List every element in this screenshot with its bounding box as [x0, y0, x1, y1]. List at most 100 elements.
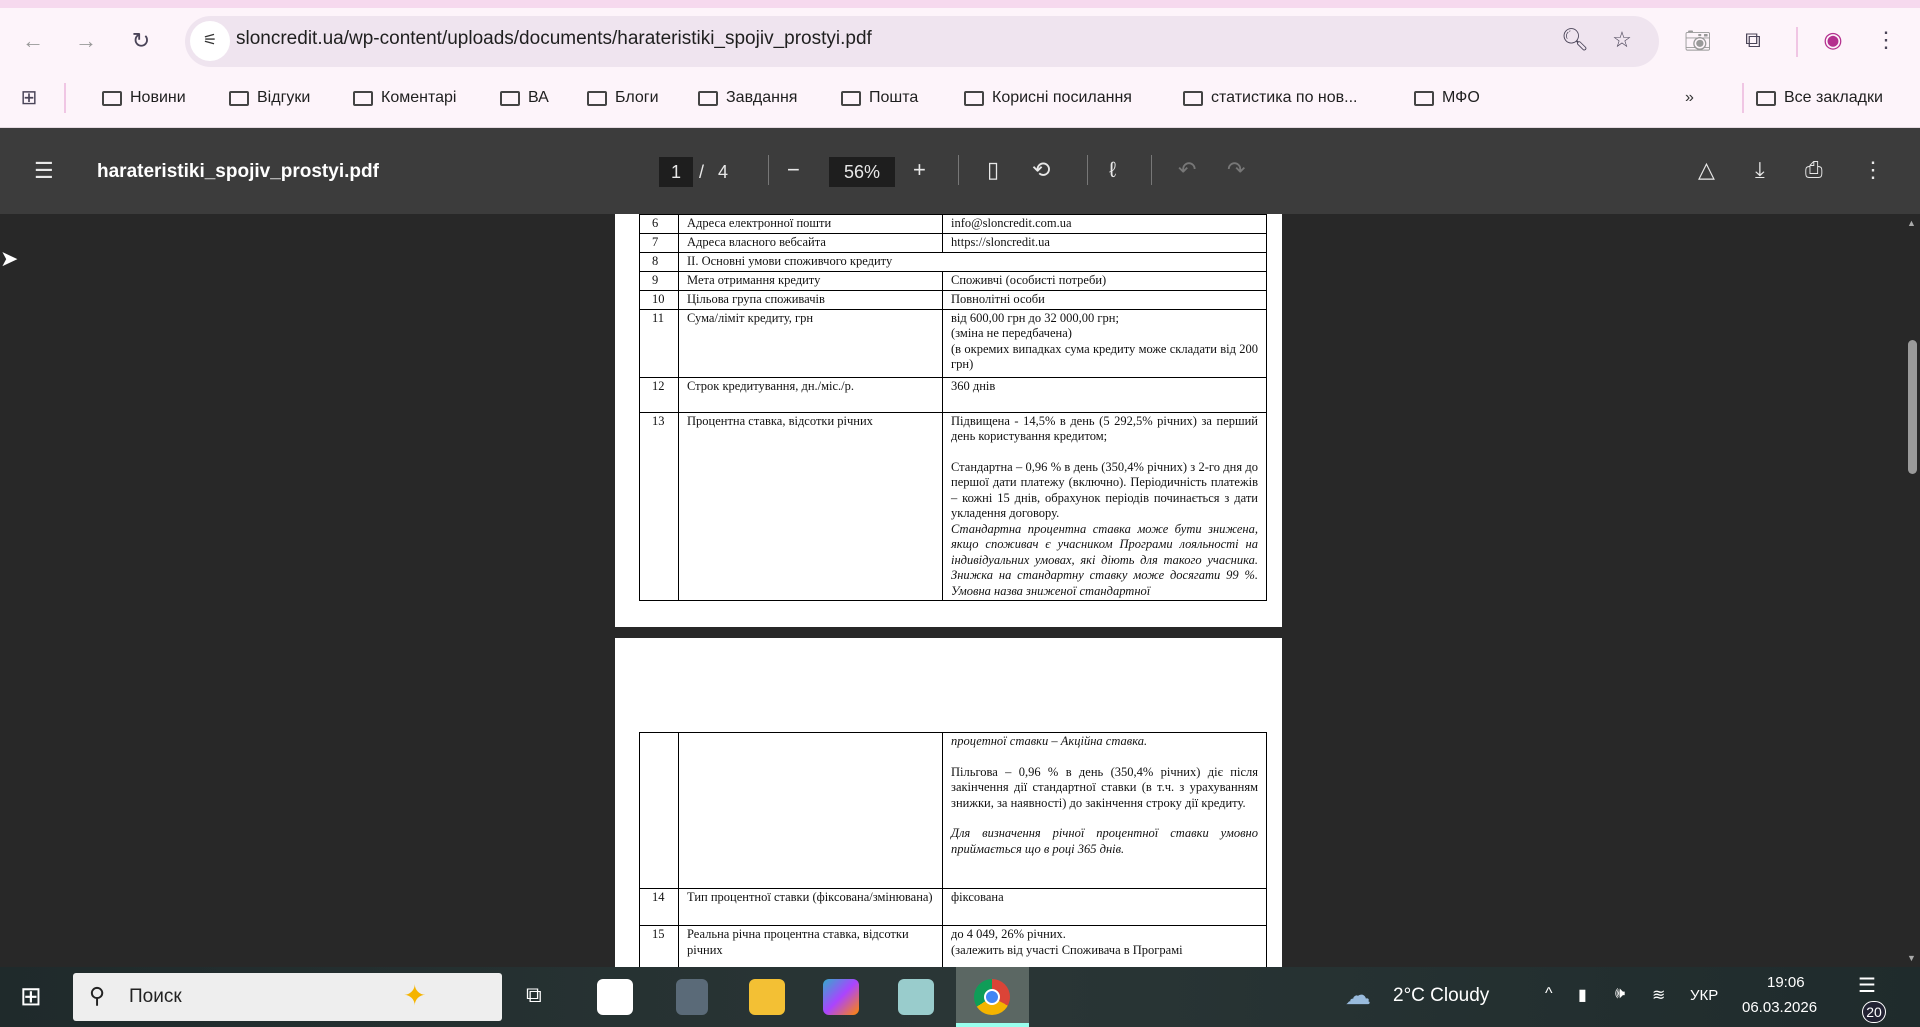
conditions-table-page-2: процетної ставки – Акційна ставка. Пільго… [639, 732, 1267, 967]
row-label: Мета отримання кредиту [678, 271, 943, 291]
site-info-icon[interactable]: ⚟ [190, 21, 230, 61]
reload-button[interactable]: ↻ [127, 29, 155, 53]
rotate-icon[interactable]: ⟲ [1032, 157, 1050, 183]
bookmark-item[interactable]: Корисні посилання [964, 86, 1132, 110]
windows-start-icon[interactable]: ⊞ [20, 981, 42, 1012]
undo-icon[interactable]: ↶ [1178, 157, 1196, 183]
browser-menu-icon[interactable]: ⋮ [1872, 28, 1900, 52]
bookmark-label: МФО [1442, 89, 1480, 106]
notifications-icon[interactable]: ☰ [1858, 973, 1876, 998]
task-view-icon[interactable]: ⧉ [526, 982, 542, 1008]
profile-icon[interactable]: ◉ [1819, 28, 1847, 52]
save-to-drive-icon[interactable]: △ [1698, 157, 1715, 183]
table-row: 13 Процентна ставка, відсотки річних Підви… [639, 411, 1267, 601]
table-row: 9 Мета отримання кредиту Споживчі (особист… [639, 271, 1267, 291]
scrollbar[interactable]: ▲ ▼ [1904, 214, 1920, 967]
chrome-taskbar-button[interactable] [956, 967, 1029, 1027]
row-label: Реальна річна процентна ставка, відсотки… [678, 925, 943, 967]
bookmark-label: статистика по нов... [1211, 89, 1358, 106]
camera-icon[interactable]: 📷︎ [1684, 29, 1712, 53]
zoom-icon[interactable]: 🔍︎ [1561, 28, 1589, 52]
table-row: 12 Строк кредитування, дн./міс./р. 360 дні… [639, 376, 1267, 413]
value-paragraph: Пільгова – 0,96 % в день (350,4% річних)… [951, 764, 1258, 810]
bookmark-item[interactable]: Блоги [587, 86, 659, 110]
bookmark-star-icon[interactable]: ☆ [1608, 28, 1636, 52]
row-value: від 600,00 грн до 32 000,00 грн; (зміна н… [942, 308, 1267, 378]
bookmark-item[interactable]: ВА [500, 86, 549, 110]
value-paragraph: від 600,00 грн до 32 000,00 грн; [951, 310, 1119, 325]
table-row: 10 Цільова група споживачів Повнолітні осо… [639, 289, 1267, 310]
row-number: 6 [639, 214, 679, 234]
bookmark-item[interactable]: МФО [1414, 86, 1480, 110]
table-row: 14 Тип процентної ставки (фіксована/зміню… [639, 888, 1267, 926]
download-icon[interactable]: ⤓ [1755, 157, 1765, 183]
copilot-icon[interactable] [823, 979, 859, 1015]
zoom-level-input[interactable]: 56% [829, 157, 895, 187]
row-value: info@sloncredit.com.ua [942, 214, 1267, 234]
notification-count[interactable]: 20 [1862, 1001, 1886, 1023]
zoom-out-button[interactable]: − [787, 157, 800, 183]
value-paragraph: фіксована [951, 890, 1004, 904]
bookmark-item[interactable]: Новини [102, 86, 186, 110]
menu-icon[interactable]: ☰ [34, 158, 54, 184]
back-button[interactable]: ← [19, 29, 47, 53]
row-value: Споживчі (особисті потреби) [942, 271, 1267, 291]
page-number-input[interactable]: 1 [659, 157, 693, 187]
url-text[interactable]: sloncredit.ua/wp-content/uploads/documen… [236, 28, 872, 50]
more-bookmarks-button[interactable]: » [1685, 86, 1694, 110]
taskbar-search[interactable]: ⚲ Поиск ✦ [73, 973, 502, 1021]
scroll-down-arrow[interactable]: ▼ [1907, 953, 1916, 963]
row-number: 15 [639, 925, 679, 967]
row-number: 10 [639, 289, 679, 310]
bookmark-item[interactable]: Коментарі [353, 86, 456, 110]
zoom-in-button[interactable]: + [913, 157, 926, 183]
app-icon[interactable] [898, 979, 934, 1015]
value-paragraph: Підвищена - 14,5% в день (5 292,5% річни… [951, 413, 1258, 444]
value-paragraph: Повнолітні особи [951, 291, 1045, 306]
row-value: Підвищена - 14,5% в день (5 292,5% річни… [942, 411, 1267, 601]
bookmark-label: ВА [528, 89, 549, 106]
file-explorer-icon[interactable] [749, 979, 785, 1015]
redo-icon[interactable]: ↷ [1227, 157, 1245, 183]
more-options-icon[interactable]: ⋮ [1862, 157, 1884, 183]
row-label: Тип процентної ставки (фіксована/змінюва… [678, 888, 943, 926]
bookmark-item[interactable]: статистика по нов... [1183, 86, 1358, 110]
table-row: 15 Реальна річна процентна ставка, відсот… [639, 925, 1267, 967]
extensions-icon[interactable]: ⧉ [1739, 28, 1767, 52]
forward-button[interactable]: → [72, 29, 100, 53]
row-number: 9 [639, 271, 679, 291]
pdf-viewer[interactable]: 6 Адреса електронної пошти info@sloncredit… [0, 214, 1920, 967]
all-bookmarks-button[interactable]: Все закладки [1756, 86, 1883, 110]
volume-icon[interactable]: 🕪︎ [1615, 985, 1625, 1003]
scroll-up-arrow[interactable]: ▲ [1907, 218, 1916, 228]
bookmark-item[interactable]: Завдання [698, 86, 797, 110]
apps-grid-icon[interactable]: ⊞ [15, 86, 43, 110]
clock-date[interactable]: 06.03.2026 [1742, 999, 1817, 1016]
store-icon[interactable] [597, 979, 633, 1015]
annotate-icon[interactable]: ℓ [1109, 157, 1116, 183]
bookmark-label: Пошта [869, 89, 919, 106]
weather-text[interactable]: 2°C Cloudy [1393, 985, 1489, 1007]
language-indicator[interactable]: УКР [1690, 987, 1718, 1004]
pdf-page-1: 6 Адреса електронної пошти info@sloncredit… [615, 214, 1282, 627]
print-icon[interactable]: ⎙ [1805, 157, 1823, 183]
pdf-page-2: процетної ставки – Акційна ставка. Пільго… [615, 638, 1282, 967]
bookmark-item[interactable]: Пошта [841, 86, 918, 110]
bookmark-item[interactable]: Відгуки [229, 86, 310, 110]
value-paragraph: Споживчі (особисті потреби) [951, 273, 1107, 287]
row-value: фіксована [942, 888, 1267, 926]
fit-page-icon[interactable]: ▯ [987, 157, 999, 183]
folder-icon [698, 90, 718, 106]
battery-icon[interactable]: ▮ [1578, 985, 1587, 1005]
folder-icon [841, 90, 861, 106]
table-row: процетної ставки – Акційна ставка. Пільго… [639, 732, 1267, 889]
calculator-icon[interactable] [676, 979, 708, 1015]
row-label: Процентна ставка, відсотки річних [678, 411, 943, 601]
scrollbar-thumb[interactable] [1908, 340, 1917, 474]
clock-time[interactable]: 19:06 [1767, 974, 1805, 991]
row-label: Адреса електронної пошти [678, 214, 943, 234]
wifi-icon[interactable]: ≋ [1652, 985, 1665, 1005]
folder-icon [229, 90, 249, 106]
mouse-cursor-icon: ➤ [0, 246, 19, 271]
tray-expand-icon[interactable]: ^ [1545, 985, 1553, 1003]
